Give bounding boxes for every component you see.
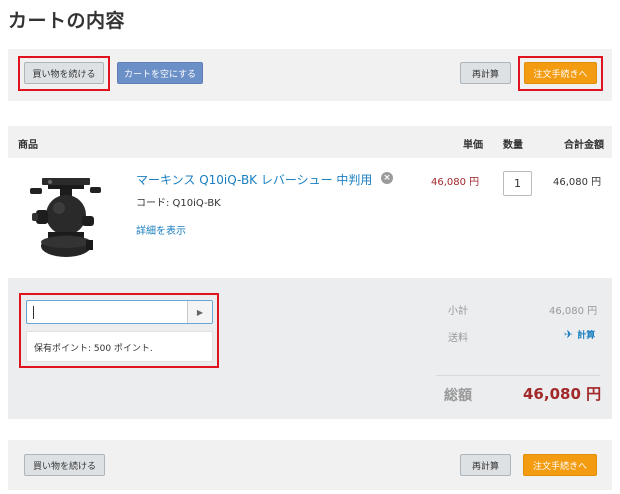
empty-cart-button[interactable]: カートを空にする [117,62,203,84]
continue-shopping-button-bottom[interactable]: 買い物を続ける [24,454,105,476]
line-total: 46,080 円 [553,177,602,188]
quantity-input[interactable]: 1 [503,171,532,196]
product-name-link[interactable]: マーキンス Q10iQ-BK レバーシュー 中判用 [136,171,372,188]
ball-head-image [30,178,101,257]
highlight-checkout [518,56,603,91]
product-image[interactable] [26,172,106,262]
recalculate-button-top[interactable]: 再計算 [460,62,511,84]
shipping-label: 送料 [448,333,468,344]
shipping-calc-label: 計算 [577,331,596,341]
checkout-button-bottom[interactable]: 注文手続きへ [523,454,597,476]
product-code: コード: Q10iQ-BK [136,198,221,209]
highlight-coupon [19,293,219,368]
page-title: カートの内容 [8,10,126,32]
shipping-calc-link[interactable]: ✈ 計算 [564,328,595,341]
header-quantity: 数量 [503,140,523,151]
header-product: 商品 [18,140,38,151]
total-label: 総額 [444,388,472,404]
cart-table-header: 商品 単価 数量 合計金額 [8,126,612,158]
unit-price: 46,080 円 [431,177,480,188]
summary-divider [436,375,600,376]
subtotal-label: 小計 [448,306,468,317]
subtotal-value: 46,080 円 [549,306,598,317]
header-total: 合計金額 [564,140,604,151]
close-circle-icon[interactable]: × [381,172,393,184]
show-details-link[interactable]: 詳細を表示 [136,222,186,237]
recalculate-button-bottom[interactable]: 再計算 [460,454,511,476]
header-unit-price: 単価 [463,140,483,151]
highlight-continue-shopping [18,56,110,91]
airplane-icon: ✈ [564,328,574,341]
total-value: 46,080 円 [523,385,602,403]
